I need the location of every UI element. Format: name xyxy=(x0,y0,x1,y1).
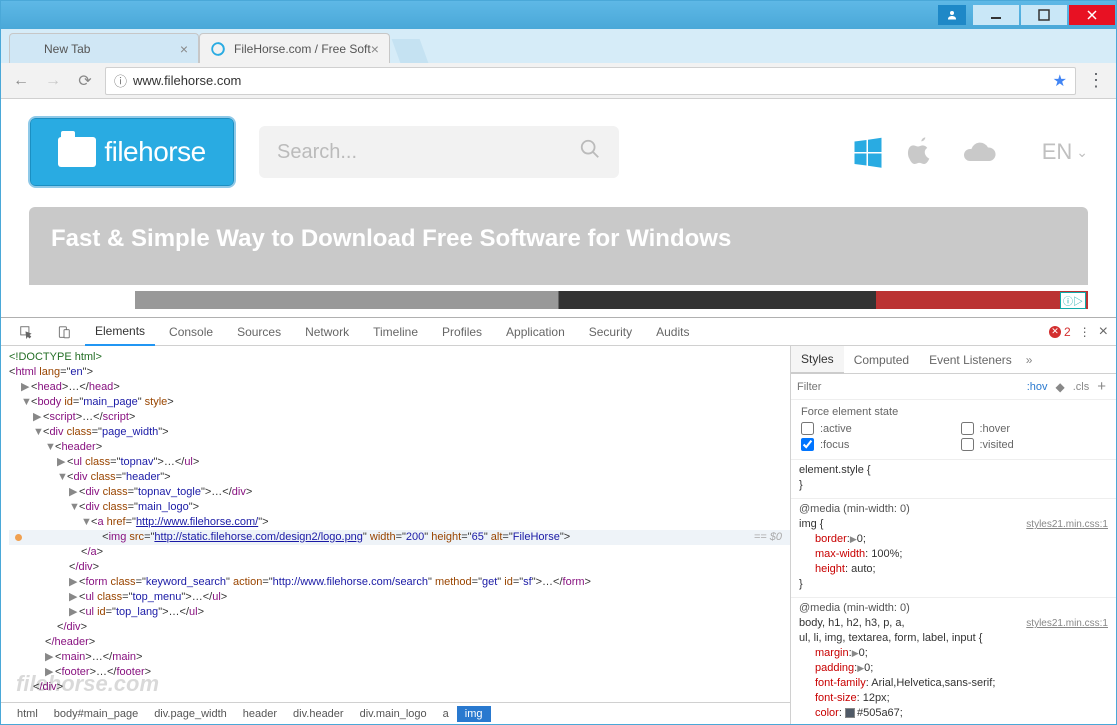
elements-panel: <!DOCTYPE html> <html lang="en"> ▶<head>… xyxy=(1,346,791,724)
force-element-state: Force element state :active :hover :focu… xyxy=(791,400,1116,460)
browser-tabstrip: New Tab × FileHorse.com / Free Soft × xyxy=(1,29,1116,63)
devtools-menu-button[interactable]: ⋮ xyxy=(1079,325,1091,339)
devtools-tab-application[interactable]: Application xyxy=(496,318,575,346)
devtools-tab-elements[interactable]: Elements xyxy=(85,318,155,346)
url-text: www.filehorse.com xyxy=(133,73,1053,88)
maximize-button[interactable] xyxy=(1021,5,1067,25)
breadcrumb-item[interactable]: body#main_page xyxy=(46,706,146,722)
styles-panel: Styles Computed Event Listeners » :hov ◆… xyxy=(791,346,1116,724)
devtools-close-button[interactable]: × xyxy=(1099,323,1108,341)
logo-text: filehorse xyxy=(104,136,205,168)
breadcrumb-item[interactable]: div.header xyxy=(285,706,352,722)
styles-filter-row: :hov ◆ .cls + xyxy=(791,374,1116,400)
devtools-tab-sources[interactable]: Sources xyxy=(227,318,291,346)
site-info-icon[interactable]: ⓘ xyxy=(114,71,127,90)
breadcrumb-item[interactable]: a xyxy=(435,706,457,722)
inspect-button[interactable] xyxy=(9,318,43,346)
minimize-button[interactable] xyxy=(973,5,1019,25)
bookmark-star-icon[interactable]: ★ xyxy=(1053,71,1067,91)
windows-icon[interactable] xyxy=(850,134,886,170)
devtools-tab-security[interactable]: Security xyxy=(579,318,642,346)
styles-tabs: Styles Computed Event Listeners » xyxy=(791,346,1116,374)
window-titlebar xyxy=(1,1,1116,29)
address-bar: ← → ⟳ ⓘ www.filehorse.com ★ ⋮ xyxy=(1,63,1116,99)
lang-label: EN xyxy=(1042,139,1073,165)
breadcrumb-item[interactable]: div.main_logo xyxy=(352,706,435,722)
cloud-icon[interactable] xyxy=(958,134,994,170)
breadcrumb-item[interactable]: header xyxy=(235,706,285,722)
new-style-button[interactable]: + xyxy=(1093,378,1110,395)
pseudo-focus[interactable]: :focus xyxy=(801,438,947,451)
chevron-down-icon: ⌄ xyxy=(1076,144,1088,161)
adchoices-icon[interactable]: ⓘ▷ xyxy=(1060,292,1086,309)
device-toggle-button[interactable] xyxy=(47,318,81,346)
pseudo-visited[interactable]: :visited xyxy=(961,438,1107,451)
more-tabs-icon[interactable]: » xyxy=(1026,353,1033,367)
styles-rules[interactable]: element.style {} @media (min-width: 0) s… xyxy=(791,460,1116,724)
search-icon[interactable] xyxy=(579,138,601,166)
user-icon[interactable] xyxy=(938,5,966,25)
breadcrumb-item[interactable]: html xyxy=(9,706,46,722)
browser-menu-button[interactable]: ⋮ xyxy=(1084,69,1108,93)
search-placeholder: Search... xyxy=(277,141,579,164)
cls-toggle[interactable]: .cls xyxy=(1069,381,1094,393)
favicon-icon xyxy=(210,41,226,57)
site-logo[interactable]: filehorse xyxy=(29,117,235,187)
force-state-title: Force element state xyxy=(801,406,1106,418)
new-tab-button[interactable] xyxy=(392,39,429,63)
styles-tab-styles[interactable]: Styles xyxy=(791,346,844,374)
banner-headline: Fast & Simple Way to Download Free Softw… xyxy=(51,225,731,252)
error-count-badge[interactable]: ✕2 xyxy=(1049,325,1071,339)
ad-banner[interactable]: ⓘ▷ xyxy=(29,291,1088,309)
close-button[interactable] xyxy=(1069,5,1115,25)
pseudo-active[interactable]: :active xyxy=(801,422,947,435)
devtools-tab-profiles[interactable]: Profiles xyxy=(432,318,492,346)
folder-icon xyxy=(58,137,96,167)
close-icon[interactable]: × xyxy=(371,41,379,57)
language-selector[interactable]: EN ⌄ xyxy=(1042,139,1088,165)
forward-button[interactable]: → xyxy=(41,69,65,93)
devtools-tab-audits[interactable]: Audits xyxy=(646,318,699,346)
dom-tree[interactable]: <!DOCTYPE html> <html lang="en"> ▶<head>… xyxy=(1,346,790,702)
hov-toggle[interactable]: :hov xyxy=(1023,381,1052,393)
apple-icon[interactable] xyxy=(904,134,940,170)
back-button[interactable]: ← xyxy=(9,69,33,93)
tab-filehorse[interactable]: FileHorse.com / Free Soft × xyxy=(199,33,390,63)
devtools-toolbar: Elements Console Sources Network Timelin… xyxy=(1,318,1116,346)
devtools-panel: Elements Console Sources Network Timelin… xyxy=(1,317,1116,724)
tab-new-tab[interactable]: New Tab × xyxy=(9,33,199,63)
styles-filter-input[interactable] xyxy=(797,381,1023,393)
tab-title: FileHorse.com / Free Soft xyxy=(234,42,371,56)
page-viewport: filehorse Search... EN ⌄ Fast & Simple W… xyxy=(1,99,1116,317)
breadcrumb-item[interactable]: div.page_width xyxy=(146,706,235,722)
devtools-tab-timeline[interactable]: Timeline xyxy=(363,318,428,346)
close-icon[interactable]: × xyxy=(180,41,188,57)
devtools-tab-network[interactable]: Network xyxy=(295,318,359,346)
platform-switcher xyxy=(850,134,994,170)
devtools-tab-console[interactable]: Console xyxy=(159,318,223,346)
tab-title: New Tab xyxy=(44,42,90,56)
url-input[interactable]: ⓘ www.filehorse.com ★ xyxy=(105,67,1076,95)
styles-tab-eventlisteners[interactable]: Event Listeners xyxy=(919,346,1022,374)
dom-breadcrumb[interactable]: html body#main_page div.page_width heade… xyxy=(1,702,790,724)
breadcrumb-item-selected[interactable]: img xyxy=(457,706,491,722)
pseudo-hover[interactable]: :hover xyxy=(961,422,1107,435)
hero-banner: Fast & Simple Way to Download Free Softw… xyxy=(29,207,1088,285)
inspector-icon[interactable]: ◆ xyxy=(1052,380,1069,394)
styles-tab-computed[interactable]: Computed xyxy=(844,346,919,374)
page-icon xyxy=(20,41,36,57)
search-input[interactable]: Search... xyxy=(259,126,619,178)
reload-button[interactable]: ⟳ xyxy=(73,69,97,93)
